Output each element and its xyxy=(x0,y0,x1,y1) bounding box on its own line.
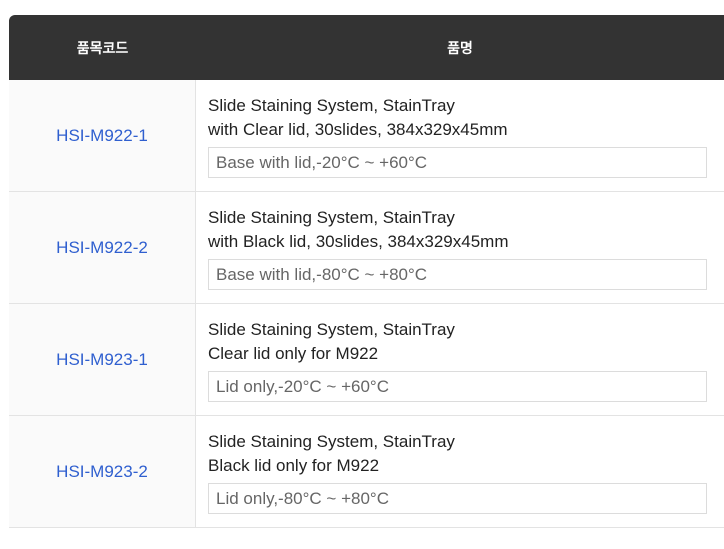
item-description: Slide Staining System, StainTray Clear l… xyxy=(196,304,724,415)
item-note-box: Lid only,-80°C ~ +80°C xyxy=(208,483,707,514)
item-description: Slide Staining System, StainTray Black l… xyxy=(196,416,724,527)
item-name-line: Slide Staining System, StainTray xyxy=(208,96,455,115)
table-row: HSI-M922-1 Slide Staining System, StainT… xyxy=(9,80,724,192)
header-item-code: 품목코드 xyxy=(76,40,129,57)
item-name-line: Slide Staining System, StainTray xyxy=(208,208,455,227)
item-code-link[interactable]: HSI-M923-1 xyxy=(9,304,196,415)
table-row: HSI-M923-1 Slide Staining System, StainT… xyxy=(9,304,724,416)
table-row: HSI-M922-2 Slide Staining System, StainT… xyxy=(9,192,724,304)
header-item-name: 품명 xyxy=(447,40,473,57)
item-spec-line: Clear lid only for M922 xyxy=(208,344,379,363)
item-note-box: Lid only,-20°C ~ +60°C xyxy=(208,371,707,402)
item-note-box: Base with lid,-20°C ~ +60°C xyxy=(208,147,707,178)
item-note-box: Base with lid,-80°C ~ +80°C xyxy=(208,259,707,290)
item-code-link[interactable]: HSI-M922-2 xyxy=(9,192,196,303)
item-name-line: Slide Staining System, StainTray xyxy=(208,432,455,451)
table-row: HSI-M923-2 Slide Staining System, StainT… xyxy=(9,416,724,528)
item-description: Slide Staining System, StainTray with Bl… xyxy=(196,192,724,303)
item-code-link[interactable]: HSI-M923-2 xyxy=(9,416,196,527)
item-code-link[interactable]: HSI-M922-1 xyxy=(9,80,196,191)
table-header: 품목코드 품명 xyxy=(9,15,724,80)
item-name-line: Slide Staining System, StainTray xyxy=(208,320,455,339)
item-description: Slide Staining System, StainTray with Cl… xyxy=(196,80,724,191)
item-spec-line: with Black lid, 30slides, 384x329x45mm xyxy=(208,232,509,251)
product-table: 품목코드 품명 HSI-M922-1 Slide Staining System… xyxy=(9,15,724,528)
item-spec-line: with Clear lid, 30slides, 384x329x45mm xyxy=(208,120,508,139)
item-spec-line: Black lid only for M922 xyxy=(208,456,380,475)
